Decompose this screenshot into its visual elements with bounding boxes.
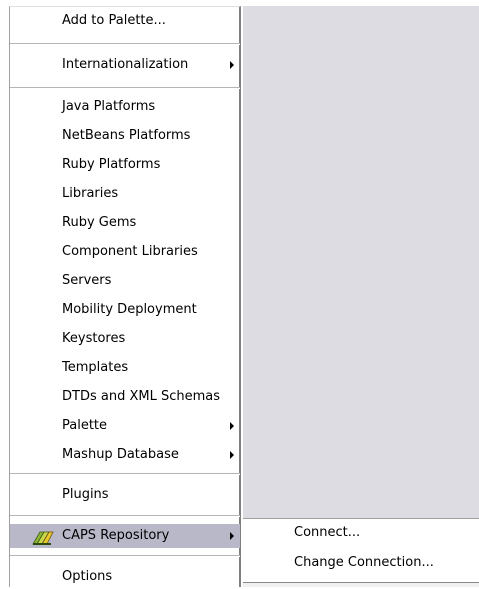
menu-item-label: Internationalization — [62, 57, 189, 72]
menu-item-label: Component Libraries — [62, 244, 198, 259]
menu-item-internationalization[interactable]: Internationalization — [10, 53, 240, 77]
desktop-background — [243, 6, 479, 518]
submenu-arrow-icon — [230, 61, 234, 69]
menu-item-add-to-palette[interactable]: Add to Palette... — [10, 9, 240, 33]
menu-item-label: NetBeans Platforms — [62, 128, 191, 143]
menu-separator — [10, 43, 240, 45]
menu-item-palette[interactable]: Palette — [10, 414, 240, 438]
menu-item-label: Java Platforms — [62, 99, 156, 114]
menu-item-templates[interactable]: Templates — [10, 356, 240, 380]
menu-item-label: Libraries — [62, 186, 119, 201]
caps-repository-submenu: Connect... Change Connection... — [243, 518, 479, 583]
submenu-arrow-icon — [230, 532, 234, 540]
menu-item-label: Ruby Gems — [62, 215, 137, 230]
menu-item-java-platforms[interactable]: Java Platforms — [10, 95, 240, 119]
menu-item-label: CAPS Repository — [62, 528, 170, 543]
menu-item-mashup-database[interactable]: Mashup Database — [10, 443, 240, 467]
submenu-item-change-connection[interactable]: Change Connection... — [243, 551, 479, 575]
menu-item-label: Palette — [62, 418, 108, 433]
menu-item-label: Ruby Platforms — [62, 157, 161, 172]
menu-item-label: Mobility Deployment — [62, 302, 197, 317]
menu-item-label: Plugins — [62, 487, 109, 502]
menu-item-label: Options — [62, 569, 113, 584]
menu-separator — [10, 87, 240, 89]
menu-item-dtds-and-xml-schemas[interactable]: DTDs and XML Schemas — [10, 385, 240, 409]
desktop-background-strip — [243, 583, 479, 587]
menu-item-ruby-gems[interactable]: Ruby Gems — [10, 211, 240, 235]
submenu-item-label: Change Connection... — [294, 555, 434, 570]
menu-separator — [10, 555, 240, 557]
menu-item-ruby-platforms[interactable]: Ruby Platforms — [10, 153, 240, 177]
menu-separator — [10, 473, 240, 475]
menu-item-libraries[interactable]: Libraries — [10, 182, 240, 206]
menu-item-label: Templates — [62, 360, 129, 375]
submenu-item-label: Connect... — [294, 525, 361, 540]
tools-menu: Add to Palette... Internationalization J… — [9, 6, 241, 587]
submenu-arrow-icon — [230, 451, 234, 459]
menu-item-keystores[interactable]: Keystores — [10, 327, 240, 351]
menu-item-mobility-deployment[interactable]: Mobility Deployment — [10, 298, 240, 322]
menu-item-options[interactable]: Options — [10, 565, 240, 589]
submenu-item-connect[interactable]: Connect... — [243, 521, 479, 545]
menu-item-component-libraries[interactable]: Component Libraries — [10, 240, 240, 264]
menu-item-netbeans-platforms[interactable]: NetBeans Platforms — [10, 124, 240, 148]
menu-separator — [10, 515, 240, 517]
menu-item-caps-repository[interactable]: CAPS Repository — [10, 524, 240, 548]
menu-item-label: Keystores — [62, 331, 126, 346]
menu-item-label: Servers — [62, 273, 112, 288]
caps-repository-icon — [32, 531, 54, 545]
submenu-arrow-icon — [230, 422, 234, 430]
menu-item-label: Mashup Database — [62, 447, 179, 462]
menu-item-servers[interactable]: Servers — [10, 269, 240, 293]
menu-item-label: Add to Palette... — [62, 13, 166, 28]
menu-item-label: DTDs and XML Schemas — [62, 389, 220, 404]
menu-item-plugins[interactable]: Plugins — [10, 483, 240, 507]
